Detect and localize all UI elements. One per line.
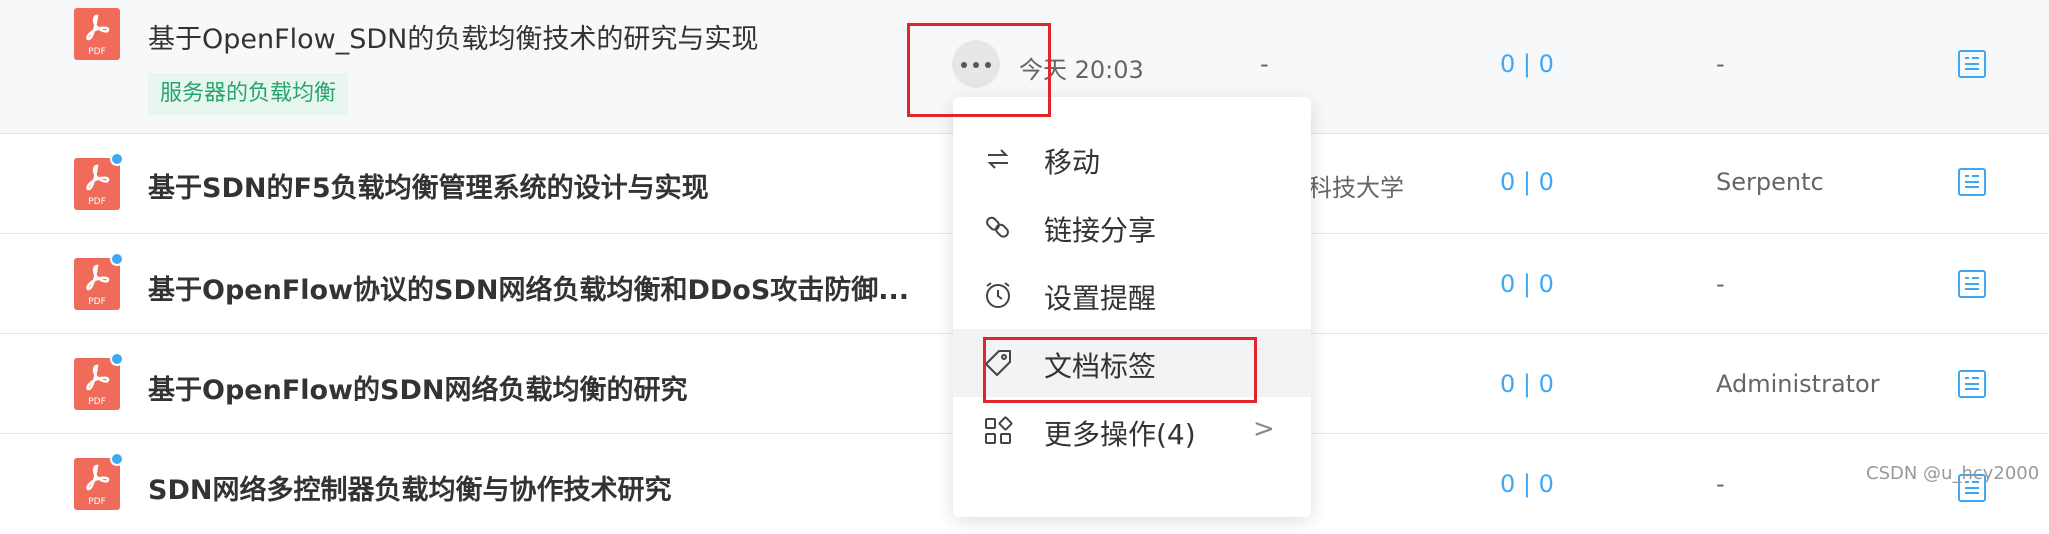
pdf-label: PDF (88, 47, 106, 57)
menu-item-label: 移动 (1044, 146, 1101, 179)
pdf-file-icon: PDF (74, 8, 120, 60)
count-cell[interactable]: 0 | 0 (1500, 370, 1554, 398)
file-title[interactable]: 基于OpenFlow协议的SDN网络负载均衡和DDoS攻击防御... (148, 268, 909, 307)
count-cell[interactable]: 0 | 0 (1500, 168, 1554, 196)
watermark: CSDN @u_hcy2000 (1866, 463, 2040, 484)
source-cell: - (1260, 50, 1269, 78)
pdf-file-icon: PDF (74, 458, 120, 510)
context-menu: 移动 链接分享 设置提醒 文档标签 更多操作(4) > (953, 97, 1311, 517)
file-title[interactable]: 基于SDN的F5负载均衡管理系统的设计与实现 (148, 166, 709, 205)
file-title[interactable]: 基于OpenFlow的SDN网络负载均衡的研究 (148, 368, 687, 407)
pdf-label: PDF (88, 497, 106, 507)
menu-item-move[interactable]: 移动 (953, 125, 1311, 193)
unread-dot (110, 452, 124, 466)
menu-item-set-reminder[interactable]: 设置提醒 (953, 261, 1311, 329)
menu-item-more-actions[interactable]: 更多操作(4) > (953, 397, 1311, 465)
unread-dot (110, 152, 124, 166)
chevron-right-icon: > (1253, 414, 1275, 444)
pdf-file-icon: PDF (74, 258, 120, 310)
menu-item-label: 设置提醒 (1044, 282, 1157, 315)
count-cell[interactable]: 0 | 0 (1500, 470, 1554, 498)
author-cell: Administrator (1716, 370, 1880, 398)
pdf-label: PDF (88, 297, 106, 307)
link-icon (986, 216, 1009, 238)
grid-icon (985, 416, 1013, 444)
highlight-box-more-button (907, 23, 1051, 117)
alarm-clock-icon (986, 282, 1010, 308)
pdf-label: PDF (88, 397, 106, 407)
file-tag[interactable]: 服务器的负载均衡 (148, 73, 349, 115)
file-title[interactable]: 基于OpenFlow_SDN的负载均衡技术的研究与实现 (148, 17, 758, 56)
pdf-label: PDF (88, 197, 106, 207)
pdf-file-icon: PDF (74, 158, 120, 210)
file-title[interactable]: SDN网络多控制器负载均衡与协作技术研究 (148, 468, 671, 507)
menu-item-label: 更多操作(4) (1044, 418, 1196, 451)
unread-dot (110, 352, 124, 366)
menu-item-label: 链接分享 (1044, 214, 1157, 247)
unread-dot (110, 252, 124, 266)
detail-icon[interactable] (1958, 270, 1986, 298)
source-cell: 科技大学 (1308, 174, 1404, 202)
detail-icon[interactable] (1958, 50, 1986, 78)
move-icon (987, 149, 1009, 169)
author-cell: - (1716, 50, 1725, 78)
count-cell[interactable]: 0 | 0 (1500, 270, 1554, 298)
menu-item-link-share[interactable]: 链接分享 (953, 193, 1311, 261)
detail-icon[interactable] (1958, 370, 1986, 398)
author-cell: Serpentc (1716, 168, 1824, 196)
highlight-box-document-tag (983, 337, 1257, 403)
author-cell: - (1716, 270, 1725, 298)
author-cell: - (1716, 470, 1725, 498)
detail-icon[interactable] (1958, 168, 1986, 196)
pdf-file-icon: PDF (74, 358, 120, 410)
count-cell[interactable]: 0 | 0 (1500, 50, 1554, 78)
